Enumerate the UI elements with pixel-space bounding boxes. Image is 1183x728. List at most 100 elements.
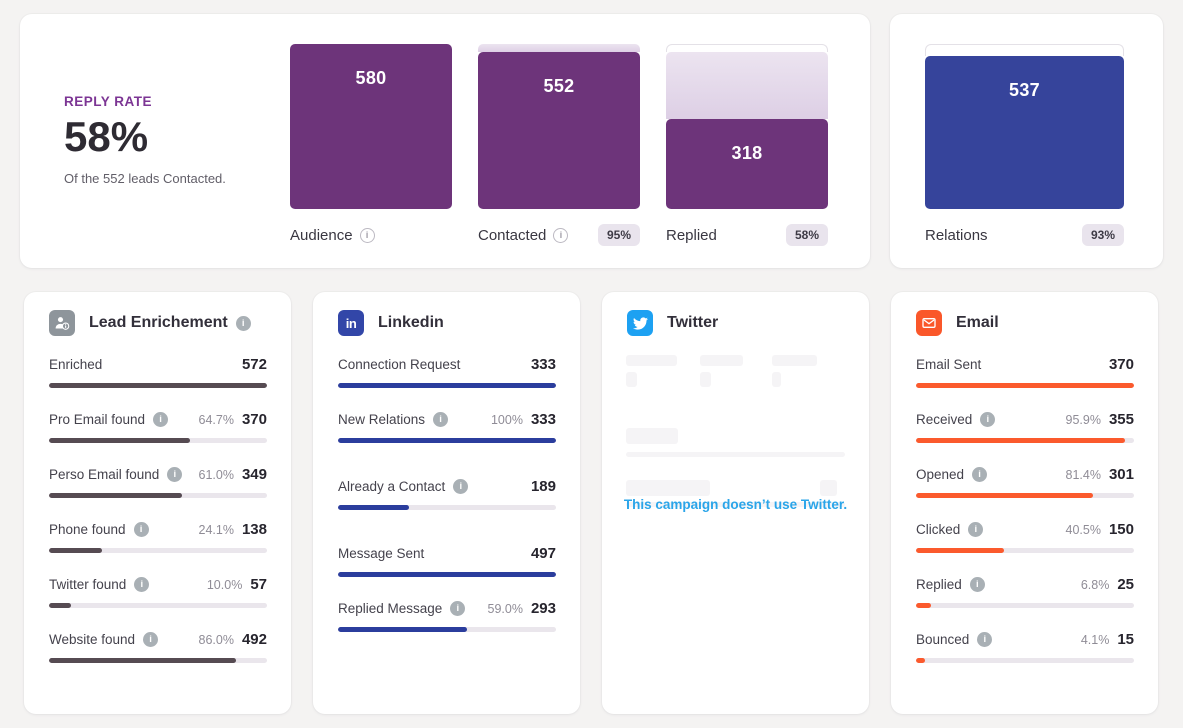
info-icon[interactable]: i [134, 522, 149, 537]
stat-row-opened: Openedi81.4%301 [916, 466, 1134, 498]
info-icon[interactable]: i [167, 467, 182, 482]
info-icon[interactable]: i [450, 601, 465, 616]
progress-fill [916, 383, 1134, 388]
info-icon[interactable]: i [980, 412, 995, 427]
reply-rate-caption: Of the 552 leads Contacted. [64, 171, 226, 186]
percentage-badge: 95% [598, 224, 640, 246]
skeleton-block [700, 372, 711, 387]
bar-segment-fill: 552 [478, 52, 640, 209]
row-percentage: 64.7% [199, 413, 234, 427]
row-label: Replied Message [338, 601, 442, 616]
row-value: 355 [1109, 411, 1134, 428]
row-value: 349 [242, 466, 267, 483]
progress-fill [49, 658, 236, 663]
progress-track [916, 438, 1134, 443]
stat-row-connection-request: Connection Request333 [338, 356, 556, 388]
reply-rate-overview-card: REPLY RATE 58% Of the 552 leads Contacte… [20, 14, 870, 268]
campaign-funnel-chart: 580Audiencei552Contactedi95%318Replied58… [290, 44, 828, 247]
progress-track [49, 383, 267, 388]
progress-track [338, 438, 556, 443]
card-header: Lead Enrichement i [49, 310, 267, 336]
card-title: Linkedin [378, 314, 444, 332]
progress-track [49, 603, 267, 608]
row-value: 370 [1109, 356, 1134, 373]
card-title: Twitter [667, 314, 718, 332]
linkedin-icon: in [338, 310, 364, 336]
lead-enrichment-card: Lead Enrichement i Enriched572 Pro Email … [24, 292, 291, 714]
row-head: Already a Contacti189 [338, 478, 556, 495]
bar-segment-light [666, 52, 828, 119]
skeleton-block [626, 428, 678, 444]
info-icon[interactable]: i [970, 577, 985, 592]
row-value: 333 [531, 411, 556, 428]
info-icon[interactable]: i [143, 632, 158, 647]
bar-label-row: Audiencei [290, 223, 452, 247]
email-icon [916, 310, 942, 336]
row-head: Connection Request333 [338, 356, 556, 373]
stat-row-replied: Repliedi6.8%25 [916, 576, 1134, 608]
bar-value: 580 [290, 44, 452, 89]
row-percentage: 6.8% [1081, 578, 1110, 592]
row-label: Twitter found [49, 577, 126, 592]
progress-track [338, 383, 556, 388]
stat-row-already-a-contact: Already a Contacti189 [338, 478, 556, 510]
skeleton-block [772, 372, 781, 387]
stat-row-bounced: Bouncedi4.1%15 [916, 631, 1134, 663]
funnel-bar-contacted: 552 Contacted i 95% [478, 44, 640, 247]
info-icon[interactable]: i [360, 228, 375, 243]
stat-row-perso-email-found: Perso Email found i 61.0% 349 [49, 466, 267, 498]
info-icon[interactable]: i [977, 632, 992, 647]
bar-segment-fill: 580 [290, 44, 452, 209]
row-percentage: 100% [491, 413, 523, 427]
info-icon[interactable]: i [153, 412, 168, 427]
bar-value: 537 [925, 56, 1124, 101]
row-label: Pro Email found [49, 412, 145, 427]
row-percentage: 81.4% [1066, 468, 1101, 482]
row-head: Receivedi95.9%355 [916, 411, 1134, 428]
info-icon[interactable]: i [134, 577, 149, 592]
progress-fill [916, 438, 1125, 443]
progress-fill [338, 383, 556, 388]
bar-value: 318 [666, 119, 828, 164]
progress-fill [49, 383, 267, 388]
card-header: Twitter [627, 310, 845, 336]
row-value: 138 [242, 521, 267, 538]
campaign-report-dashboard: REPLY RATE 58% Of the 552 leads Contacte… [0, 0, 1183, 728]
row-label: Phone found [49, 522, 126, 537]
row-label: Email Sent [916, 357, 981, 372]
progress-fill [49, 548, 102, 553]
progress-track [338, 572, 556, 577]
row-head: Perso Email found i 61.0% 349 [49, 466, 267, 483]
info-icon[interactable]: i [972, 467, 987, 482]
row-percentage: 59.0% [488, 602, 523, 616]
reply-rate-value: 58% [64, 113, 226, 161]
skeleton-block [626, 372, 637, 387]
row-label: Perso Email found [49, 467, 159, 482]
progress-track [916, 548, 1134, 553]
info-icon[interactable]: i [453, 479, 468, 494]
info-icon[interactable]: i [433, 412, 448, 427]
progress-track [916, 383, 1134, 388]
progress-fill [49, 438, 190, 443]
row-head: Repliedi6.8%25 [916, 576, 1134, 593]
row-label: Clicked [916, 522, 960, 537]
bar-label: Contacted [478, 227, 546, 244]
stat-row-enriched: Enriched572 [49, 356, 267, 388]
row-value: 293 [531, 600, 556, 617]
funnel-bar-relations: 537Relations93% [925, 44, 1124, 247]
linkedin-card: in Linkedin Connection Request333New Rel… [313, 292, 580, 714]
progress-fill [49, 493, 182, 498]
row-percentage: 61.0% [199, 468, 234, 482]
row-value: 15 [1117, 631, 1134, 648]
percentage-badge: 93% [1082, 224, 1124, 246]
info-icon[interactable]: i [968, 522, 983, 537]
row-percentage: 95.9% [1066, 413, 1101, 427]
info-icon[interactable]: i [553, 228, 568, 243]
info-icon[interactable]: i [236, 316, 251, 331]
progress-track [338, 627, 556, 632]
skeleton-block [700, 355, 743, 366]
stat-row-received: Receivedi95.9%355 [916, 411, 1134, 443]
progress-fill [338, 627, 467, 632]
bar-label-row: Contacted i 95% [478, 223, 640, 247]
row-label: Connection Request [338, 357, 460, 372]
